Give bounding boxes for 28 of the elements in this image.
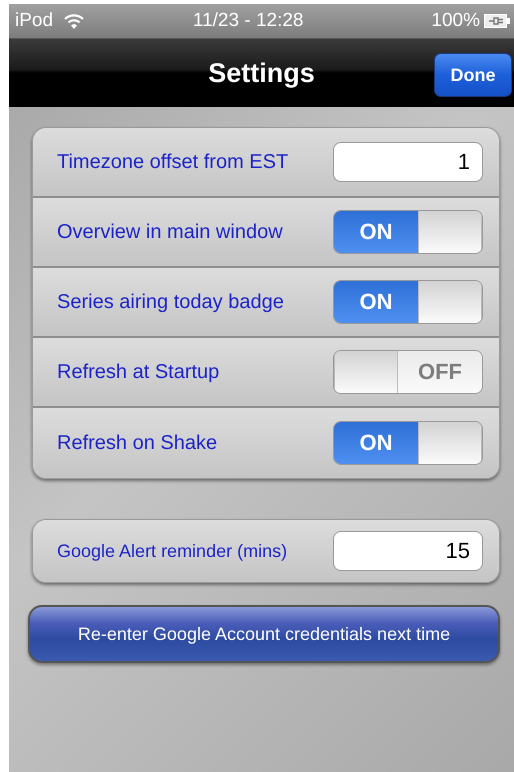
setting-label: Google Alert reminder (mins) — [57, 540, 288, 562]
input-field[interactable]: 1 — [333, 142, 483, 182]
switch-state: ON — [334, 422, 418, 464]
switch-state: OFF — [398, 351, 482, 393]
switch-state: ON — [334, 281, 418, 323]
wifi-icon — [63, 12, 86, 30]
switch-knob — [334, 351, 398, 393]
toggle-switch[interactable]: ON — [333, 280, 483, 324]
status-time: 11/23 - 12:28 — [192, 10, 304, 32]
switch-knob — [418, 211, 482, 253]
toggle-switch[interactable]: ON — [333, 421, 483, 465]
toggle-switch[interactable]: OFF — [333, 350, 483, 394]
battery-percent: 100% — [431, 10, 480, 32]
setting-label: Series airing today badge — [57, 290, 284, 314]
toggle-switch[interactable]: ON — [333, 210, 483, 254]
done-button[interactable]: Done — [434, 53, 512, 97]
switch-knob — [418, 422, 482, 464]
reset-credentials-button[interactable]: Re-enter Google Account credentials next time — [28, 605, 500, 663]
switch-knob — [418, 281, 482, 323]
battery-charging-icon — [484, 14, 510, 28]
setting-label: Refresh at Startup — [57, 360, 220, 384]
setting-label: Timezone offset from EST — [57, 150, 288, 174]
switch-state: ON — [334, 211, 418, 253]
device-name: iPod — [15, 10, 54, 32]
input-field[interactable]: 15 — [333, 531, 483, 571]
window-title: Settings — [208, 58, 315, 88]
setting-label: Refresh on Shake — [57, 432, 218, 454]
setting-label: Overview in main window — [57, 220, 283, 244]
